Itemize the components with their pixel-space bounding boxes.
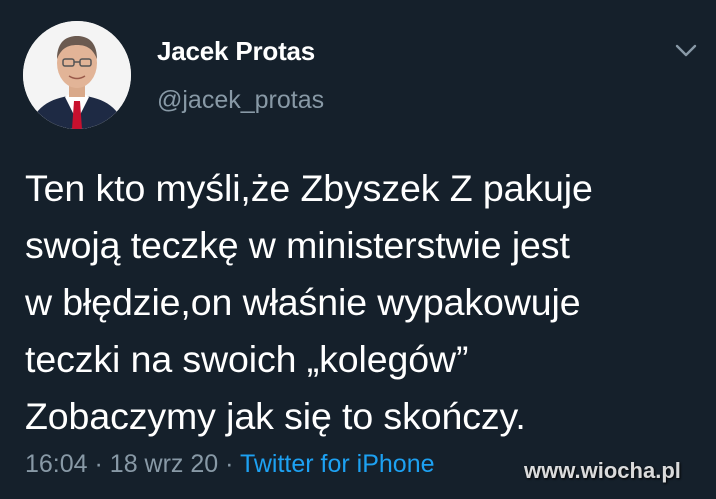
meta-separator: · <box>94 450 103 478</box>
tweet-text-line: swoją teczkę w ministerstwie jest <box>25 224 570 266</box>
tweet-source-link[interactable]: Twitter for iPhone <box>240 450 435 478</box>
tweet-text-line: Ten kto myśli,że Zbyszek Z pakuje <box>25 167 593 209</box>
author-handle[interactable]: @jacek_protas <box>157 86 324 115</box>
tweet-time[interactable]: 16:04 <box>25 450 88 478</box>
tweet-text-line: teczki na swoich „kolegów” <box>25 338 469 380</box>
chevron-down-icon[interactable] <box>673 37 699 63</box>
tweet-text-line: w błędzie,on właśnie wypakowuje <box>25 281 581 323</box>
tweet-metadata: 16:04 · 18 wrz 20 · Twitter for iPhone <box>25 450 435 479</box>
tweet-date[interactable]: 18 wrz 20 <box>110 450 218 478</box>
tweet-text: Ten kto myśli,że Zbyszek Z pakuje swoją … <box>25 160 705 445</box>
avatar[interactable] <box>23 21 131 129</box>
author-name[interactable]: Jacek Protas <box>157 36 315 67</box>
tweet-card: Jacek Protas @jacek_protas Ten kto myśli… <box>0 0 716 499</box>
site-watermark: www.wiocha.pl <box>524 458 681 483</box>
meta-separator: · <box>225 450 234 478</box>
avatar-photo-icon <box>23 21 131 129</box>
tweet-text-line: Zobaczymy jak się to skończy. <box>25 395 526 437</box>
